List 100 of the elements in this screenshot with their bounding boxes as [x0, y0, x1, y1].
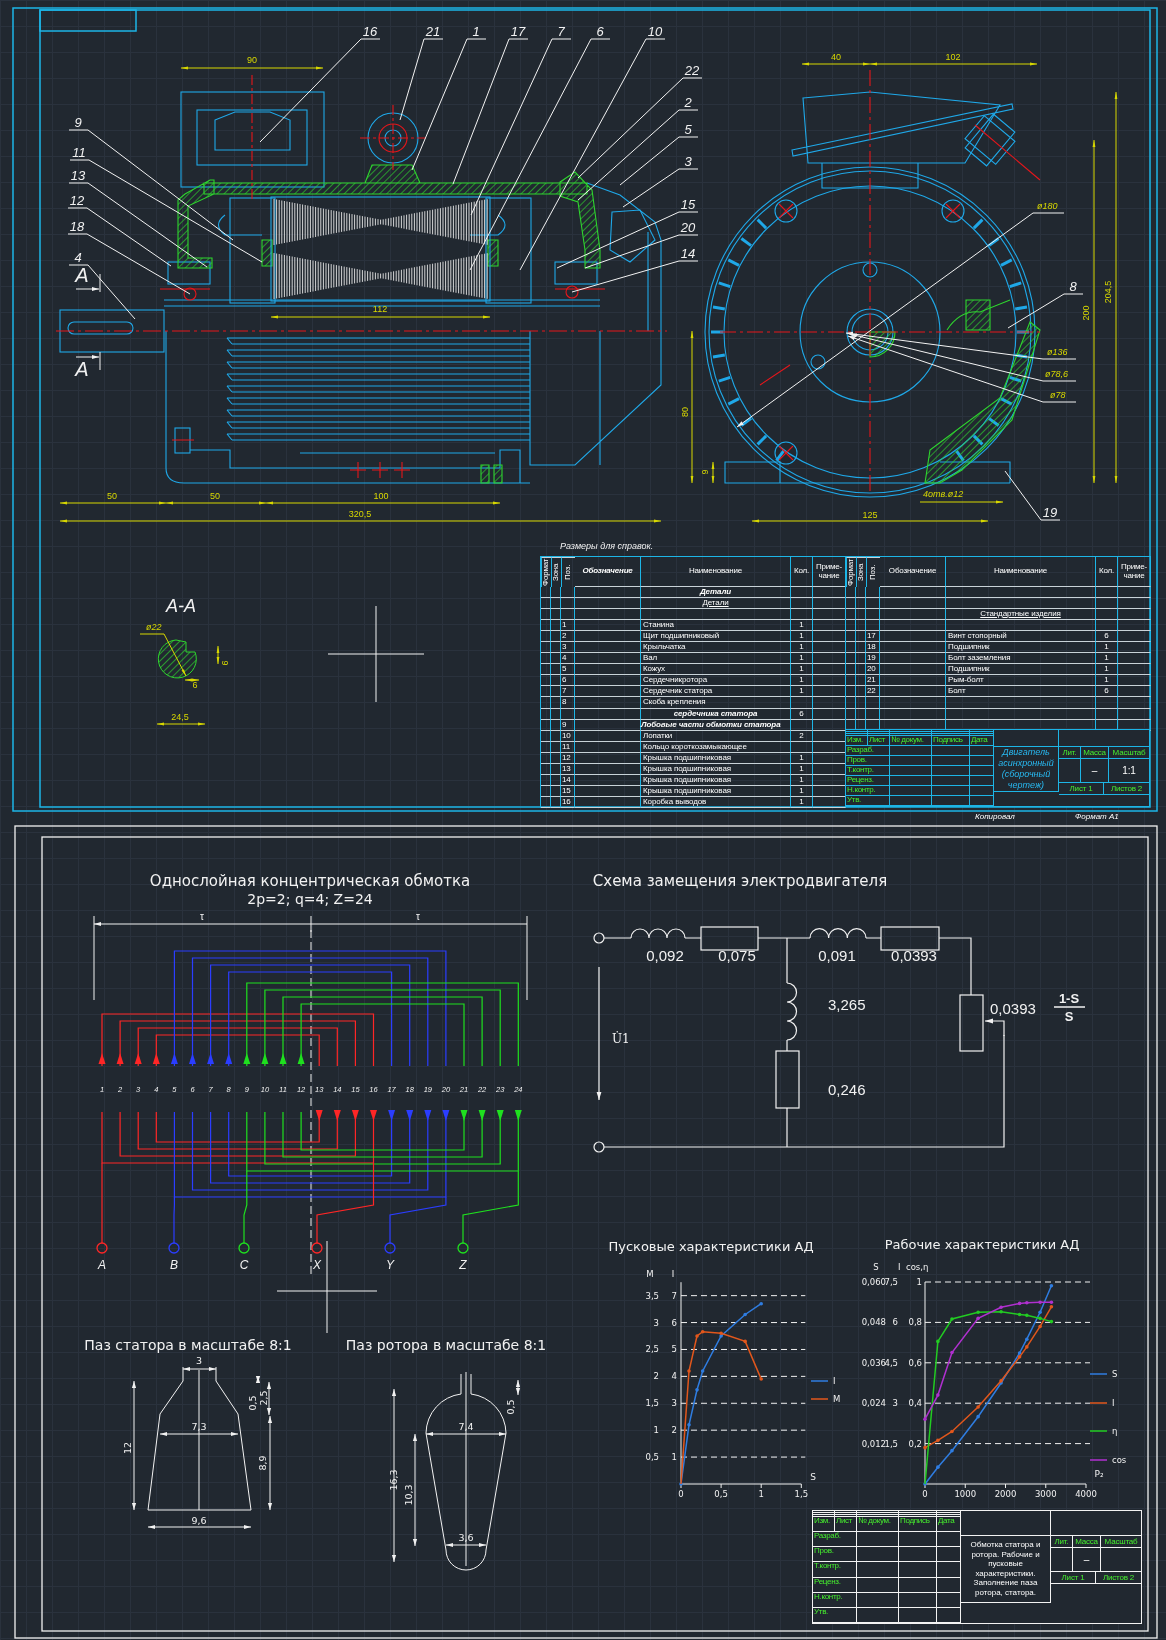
table-cell: 1: [791, 675, 813, 687]
component-value: 0,092: [646, 947, 684, 964]
tick-label: 0,5: [645, 1452, 659, 1463]
tick-label: 4: [671, 1371, 677, 1382]
axis-label: S: [810, 1472, 816, 1482]
tick-label: 6: [671, 1317, 677, 1328]
tick-label: 1000: [954, 1489, 977, 1499]
callout-number: 1: [472, 24, 480, 39]
tick-label: 3: [892, 1398, 898, 1409]
table-cell: Крышка подшипниковая: [641, 752, 791, 764]
table-cell: Крыльчатка: [641, 642, 791, 654]
tick-label: 1,5: [884, 1438, 898, 1449]
tick-label: 0,048: [861, 1317, 886, 1328]
legend-label: S: [1112, 1369, 1118, 1379]
dimension-value: 8,9: [257, 1455, 268, 1471]
callout-number: 4: [74, 250, 82, 265]
callout-number: 21: [425, 24, 441, 39]
table-cell: Подшипник: [946, 642, 1096, 654]
axis-label: cos,η: [906, 1262, 929, 1272]
table-cell: Сердечник статора: [641, 686, 791, 698]
component-value: 0,091: [818, 947, 856, 964]
tick-label: 1,5: [794, 1489, 809, 1499]
column-header: Наименование: [641, 557, 791, 587]
stamp-role: Реценз.: [846, 776, 890, 786]
column-header: Приме-чание: [1118, 557, 1151, 587]
stamp-header: № докум.: [857, 1517, 899, 1533]
mass-value: –: [1081, 758, 1109, 783]
column-header: Обозначение: [575, 557, 641, 587]
dimension-value: 7,3: [191, 1421, 207, 1432]
dimension-value: 50: [210, 491, 220, 501]
column-header: Поз.: [561, 557, 575, 587]
column-header: Кол.: [1096, 557, 1118, 587]
dimension-value: ø180: [1037, 201, 1058, 211]
dimension-value: 102: [945, 52, 961, 62]
callout-number: 19: [1042, 505, 1058, 520]
dimension-value: 6: [220, 660, 230, 666]
tick-label: 2: [671, 1425, 677, 1436]
tick-label: 4,5: [884, 1357, 898, 1368]
callout-number: 18: [69, 219, 85, 234]
stamp-header: Дата: [970, 736, 994, 746]
legend-label: M: [833, 1394, 841, 1404]
callout-number: 8: [1069, 279, 1077, 294]
terminal-label: X: [313, 1258, 321, 1272]
table-cell: 5: [561, 664, 575, 676]
stamp-header: Изм.: [846, 736, 868, 746]
tick-label: 1: [758, 1489, 764, 1499]
legend-label: cos: [1112, 1455, 1127, 1465]
terminal-label: Z: [459, 1258, 467, 1272]
column-header: Кол.: [791, 557, 813, 587]
table-cell: 1: [791, 763, 813, 775]
table-cell: Подшипник: [946, 664, 1096, 676]
dimension-value: ø22: [146, 622, 162, 632]
tick-label: 0,8: [908, 1317, 922, 1328]
table-cell: 6: [561, 675, 575, 687]
axis-label: P₂: [1094, 1469, 1104, 1479]
dimension-value: 12: [122, 1441, 133, 1455]
tick-label: 1,5: [645, 1398, 659, 1409]
table-cell: 1: [791, 785, 813, 797]
slot-title: Паз ротора в масштабе 8:1: [345, 1337, 547, 1353]
section-title: A-A: [166, 596, 196, 616]
table-cell: 9: [561, 719, 575, 731]
stamp-role: Реценз.: [813, 1577, 857, 1593]
table-cell: 1: [1096, 653, 1118, 665]
callout-number: 22: [684, 63, 700, 78]
dimension-value: 125: [862, 510, 878, 520]
dimension-value: 2,5: [258, 1390, 269, 1406]
terminal-label: Y: [386, 1258, 394, 1272]
section-letter: A: [75, 264, 89, 286]
column-header: Поз.: [866, 557, 880, 587]
drawing-title: Обмотка статора и ротора. Рабочие и пусковые характеристики. Заполнение паза ротора, статора.: [961, 1535, 1051, 1603]
column-header: Зона: [551, 557, 561, 587]
callout-number: 13: [70, 168, 86, 183]
stamp-header: Подпись: [932, 736, 970, 746]
table-cell: Рым-болт: [946, 675, 1096, 687]
sheet-number: Лист 1: [1059, 782, 1104, 795]
group-heading: сердечника статора: [641, 708, 791, 720]
legend-label: η: [1112, 1426, 1118, 1436]
callout-number: 7: [557, 24, 565, 39]
table-cell: Лопатки: [641, 730, 791, 742]
tick-label: 3,5: [645, 1290, 659, 1301]
group-heading: Детали: [641, 587, 791, 599]
tick-label: 3: [653, 1317, 659, 1328]
callout-number: 14: [680, 246, 696, 261]
tick-label: 3000: [1034, 1489, 1057, 1499]
section-heading: Стандартные изделия: [946, 609, 1096, 621]
component-value: 0,0393: [990, 1000, 1036, 1017]
table-cell: Скоба крепления: [641, 697, 791, 709]
stamp-header: № докум.: [890, 736, 932, 746]
table-cell: Крышка подшипниковая: [641, 763, 791, 775]
table-cell: 21: [866, 675, 880, 687]
tick-label: 0,2: [908, 1438, 922, 1449]
sheet-count: Листов 2: [1096, 1571, 1141, 1584]
pitch-label: τ: [200, 911, 204, 922]
table-cell: 8: [561, 697, 575, 709]
dimension-value: 40: [831, 52, 841, 62]
dimension-value: 24,5: [171, 712, 189, 722]
table-cell: Коробка выводов: [641, 796, 791, 808]
legend-label: I: [833, 1376, 836, 1386]
table-cell: 1: [791, 774, 813, 786]
stamp-role: Пров.: [846, 756, 890, 766]
